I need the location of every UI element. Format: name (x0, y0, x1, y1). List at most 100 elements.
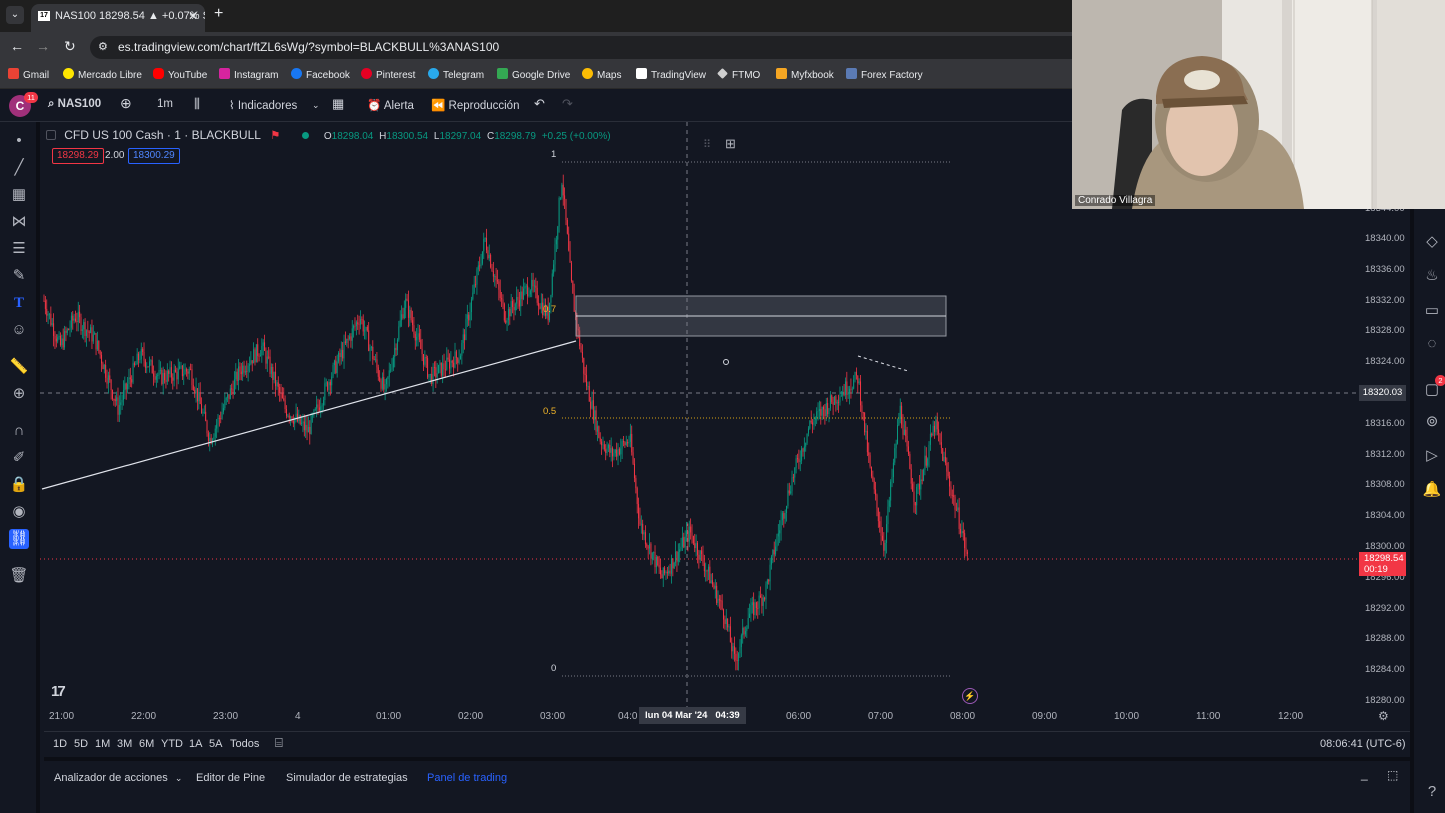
price-tick-label: 18292.00 (1365, 602, 1405, 614)
time-tick-label: 02:00 (458, 711, 484, 722)
candle-body (951, 495, 953, 496)
trend-line-icon[interactable]: ╱ (9, 158, 29, 178)
candle-body (381, 377, 383, 389)
bell-icon[interactable]: 🔔 (1422, 480, 1442, 500)
layouts-grid-icon[interactable]: ▦ (332, 96, 344, 112)
axis-settings-icon[interactable]: ⚙ (1378, 709, 1389, 723)
bookmark-instagram[interactable]: Instagram (219, 68, 278, 84)
stay-drawing-icon[interactable]: ✐ (9, 448, 29, 468)
range-ytd[interactable]: YTD (161, 738, 183, 750)
range-5d[interactable]: 5D (74, 738, 88, 750)
symbol-description[interactable]: CFD US 100 Cash · 1 · BLACKBULL (64, 128, 261, 142)
tab-list-chevron-icon[interactable]: ⌄ (6, 6, 24, 24)
brush-icon[interactable]: ✎ (9, 266, 29, 286)
bookmark-facebook[interactable]: Facebook (291, 68, 350, 84)
help-icon[interactable]: ? (1422, 783, 1442, 803)
text-icon[interactable]: T (9, 293, 29, 313)
timezone-clock[interactable]: 08:06:41 (UTC-6) (1320, 738, 1406, 750)
forward-icon[interactable]: → (36, 38, 50, 54)
tab-stock-screener[interactable]: Analizador de acciones ⌄ (54, 772, 182, 784)
undo-icon[interactable]: ↶ (534, 96, 545, 112)
emoji-icon[interactable]: ☺ (9, 320, 29, 340)
zoom-in-icon[interactable]: ⊕ (9, 384, 29, 404)
broadcast-icon[interactable]: ⊚ (1422, 412, 1442, 432)
range-1d[interactable]: 1D (53, 738, 67, 750)
indicators-button[interactable]: ⌇ Indicadores (229, 98, 297, 112)
candle-type-icon[interactable]: ⫼ (194, 96, 200, 112)
candle-body (517, 296, 519, 301)
calendar-icon[interactable]: ▭ (1422, 301, 1442, 321)
compare-add-icon[interactable]: ⊕ (120, 95, 132, 112)
bookmark-ftmo[interactable]: FTMO (717, 68, 760, 84)
drag-handle-icon[interactable]: ⠿ (703, 138, 711, 151)
bookmark-gmail[interactable]: Gmail (8, 68, 49, 84)
alert-button[interactable]: ⏰ Alerta (367, 98, 414, 112)
range-5a[interactable]: 5A (209, 738, 222, 750)
bookmark-mercado-libre[interactable]: Mercado Libre (63, 68, 142, 84)
candle-body (853, 379, 855, 389)
bookmark-youtube[interactable]: YouTube (153, 68, 207, 84)
range-all[interactable]: Todos (230, 738, 259, 750)
redo-icon[interactable]: ↷ (562, 96, 573, 112)
goto-date-icon[interactable]: ⌸ (275, 735, 283, 751)
range-3m[interactable]: 3M (117, 738, 132, 750)
bookmark-tradingview[interactable]: TradingView (636, 68, 706, 84)
lock-icon[interactable]: 🔒 (9, 475, 29, 495)
reload-icon[interactable]: ↻ (64, 38, 76, 55)
range-1m[interactable]: 1M (95, 738, 110, 750)
site-settings-icon[interactable]: ⚙ (98, 36, 108, 59)
eye-icon[interactable]: ◉ (9, 502, 29, 522)
object-tree-icon[interactable]: ⊞ (725, 136, 736, 152)
ideas-icon[interactable]: ◌ (1422, 335, 1442, 355)
tradingview-logo[interactable]: 17 (51, 683, 66, 700)
collapse-legend-icon[interactable] (46, 130, 56, 140)
sell-price-box[interactable]: 18298.29 (52, 148, 104, 164)
close-tab-icon[interactable]: ✕ (188, 4, 198, 28)
candle-body (524, 286, 526, 289)
ruler-icon[interactable]: 📏 (9, 357, 29, 377)
candle-body (173, 369, 175, 381)
sync-drawings-icon[interactable]: ⛓ (9, 529, 29, 549)
lightning-icon[interactable]: ⚡ (962, 688, 978, 704)
bookmark-forex-factory[interactable]: Forex Factory (846, 68, 923, 84)
range-6m[interactable]: 6M (139, 738, 154, 750)
replay-button[interactable]: ⏪ Reproducción (431, 98, 519, 112)
candle-body (921, 479, 923, 481)
bookmark-telegram[interactable]: Telegram (428, 68, 484, 84)
playback-icon[interactable]: ▷ (1422, 446, 1442, 466)
candle-body (917, 483, 919, 487)
candle-body (170, 367, 172, 378)
layers-icon[interactable]: ◇ (1422, 232, 1442, 252)
tab-trading-panel[interactable]: Panel de trading (427, 772, 507, 784)
hotlist-icon[interactable]: ♨ (1422, 266, 1442, 286)
bookmark-pinterest[interactable]: Pinterest (361, 68, 415, 84)
interval-button[interactable]: 1m (157, 98, 173, 110)
projection-icon[interactable]: ☰ (9, 239, 29, 259)
url-field[interactable]: ⚙ es.tradingview.com/chart/ftZL6sWg/?sym… (90, 36, 1090, 59)
bookmark-google-drive[interactable]: Google Drive (497, 68, 570, 84)
candle-body (735, 653, 737, 661)
tab-pine-editor[interactable]: Editor de Pine (196, 772, 265, 784)
magnet-icon[interactable]: ∩ (9, 421, 29, 441)
minimize-panel-icon[interactable]: _ (1361, 767, 1368, 781)
back-icon[interactable]: ← (10, 38, 24, 54)
buy-price-box[interactable]: 18300.29 (128, 148, 180, 164)
flag-icon[interactable]: ⚑ (270, 130, 280, 142)
candle-body (809, 420, 811, 429)
fib-grid-icon[interactable]: ▦ (9, 185, 29, 205)
templates-chevron-icon[interactable]: ⌄ (312, 100, 320, 111)
price-chart[interactable] (40, 122, 1360, 731)
new-tab-icon[interactable]: + (214, 5, 223, 23)
browser-tab[interactable]: 17 NAS100 18298.54 ▲ +0.07% Si ✕ (31, 4, 205, 32)
candle-body (318, 407, 320, 411)
range-1a[interactable]: 1A (189, 738, 202, 750)
candle-body (431, 374, 433, 384)
maximize-panel-icon[interactable]: ⬚ (1387, 768, 1398, 782)
symbol-search-button[interactable]: ⌕ NAS100 (48, 98, 101, 111)
bookmark-maps[interactable]: Maps (582, 68, 621, 84)
pattern-icon[interactable]: ⋈ (9, 212, 29, 232)
cursor-dot-icon[interactable]: • (9, 131, 29, 151)
bookmark-myfxbook[interactable]: Myfxbook (776, 68, 834, 84)
tab-strategy-tester[interactable]: Simulador de estrategias (286, 772, 408, 784)
trash-icon[interactable]: 🗑 (9, 566, 29, 586)
